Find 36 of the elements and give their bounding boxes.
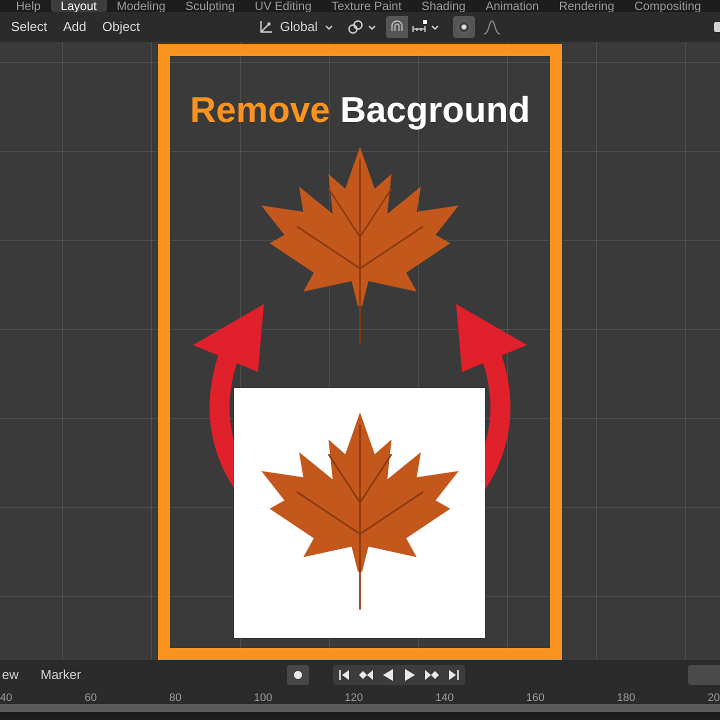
menu-item[interactable]: Select — [4, 15, 54, 39]
menu-item[interactable]: ew — [2, 665, 19, 685]
frame-number: 40 — [0, 693, 12, 704]
jump-start-icon — [337, 668, 351, 682]
increment-icon — [410, 19, 429, 35]
play-icon — [403, 668, 417, 682]
frame-number: 100 — [254, 693, 272, 704]
record-button[interactable] — [287, 665, 309, 685]
workspace-tab[interactable]: Animation — [476, 0, 549, 12]
dot-icon — [456, 20, 471, 34]
frame-number: 140 — [435, 693, 454, 704]
frame-number: 120 — [344, 693, 364, 704]
falloff-curve-icon — [482, 19, 501, 35]
frame-number: 160 — [526, 693, 545, 704]
tool-icon — [712, 20, 720, 34]
play-reverse-icon — [381, 668, 395, 682]
scrollbar[interactable] — [0, 704, 720, 712]
link-icon — [346, 19, 365, 35]
next-keyframe-icon — [425, 668, 439, 682]
frame-number: 60 — [84, 693, 97, 704]
orientation-dropdown[interactable]: Global — [254, 16, 338, 38]
snap-toggle[interactable] — [386, 16, 408, 38]
frame-number: 20 — [708, 693, 720, 704]
menu-item[interactable]: Marker — [40, 665, 82, 685]
jump-end-icon — [447, 668, 461, 682]
transform-icon — [258, 19, 274, 35]
frame-number: 180 — [616, 693, 636, 704]
frame-field[interactable] — [688, 665, 720, 685]
title-text: Remove Bacground — [190, 92, 530, 128]
menu-item[interactable]: Object — [95, 15, 147, 39]
dot-icon — [293, 670, 303, 680]
proportional-editing-toggle[interactable] — [452, 16, 475, 38]
previous-keyframe-icon — [359, 668, 373, 682]
frame-number: 80 — [169, 693, 182, 704]
menu-item[interactable]: Add — [56, 15, 94, 39]
workspace-tab[interactable]: Texture Paint — [322, 0, 412, 12]
